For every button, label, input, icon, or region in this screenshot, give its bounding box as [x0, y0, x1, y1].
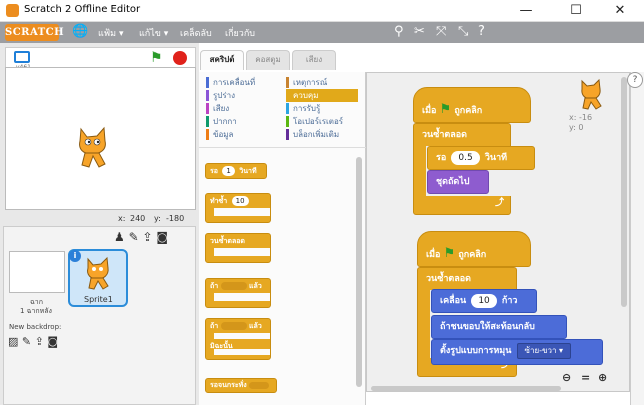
help-button[interactable]: ? [627, 72, 643, 88]
globe-icon[interactable]: 🌐 [72, 24, 88, 39]
category-looks[interactable]: รูปร่าง [206, 89, 255, 102]
fullscreen-icon[interactable] [14, 51, 30, 63]
move-steps-block[interactable]: เคลื่อน 10 ก้าว [431, 289, 537, 313]
brush-icon[interactable]: ✎ [129, 230, 139, 244]
tab-costumes[interactable]: คอสตูม [246, 50, 290, 70]
stage-x-value: 240 [130, 214, 146, 223]
palette-wait-block[interactable]: รอ 1 วินาที [205, 163, 267, 179]
stage-canvas[interactable] [5, 67, 196, 210]
green-flag-icon[interactable]: ⚑ [150, 50, 163, 66]
palette-wait-until-block[interactable]: รอจนกระทั่ง [205, 378, 277, 393]
stop-icon[interactable] [173, 51, 187, 65]
sprite1-thumbnail[interactable]: i Sprite1 [68, 249, 128, 307]
maximize-button[interactable]: ☐ [556, 0, 596, 22]
wait-block[interactable]: รอ 0.5 วินาที [427, 146, 535, 170]
camera-icon[interactable]: ◙ [156, 230, 168, 244]
set-rotation-style-block[interactable]: ตั้งรูปแบบการหมุน ซ้าย-ขวา ▾ [431, 339, 603, 365]
sprite-info-cat-icon [581, 78, 602, 110]
sprite-y-readout: y: 0 [569, 123, 584, 132]
category-pen[interactable]: ปากกา [206, 115, 255, 128]
window-title: Scratch 2 Offline Editor [24, 4, 141, 15]
category-data[interactable]: ข้อมูล [206, 128, 255, 141]
category-events[interactable]: เหตุการณ์ [286, 76, 358, 89]
category-operators[interactable]: โอเปอร์เรเตอร์ [286, 115, 358, 128]
next-costume-block[interactable]: ชุดถัดไป [427, 170, 489, 194]
palette-if-else-block[interactable]: ถ้า แล้ว มิฉะนั้น [205, 318, 271, 360]
menu-file[interactable]: แฟ้ม ▾ [98, 26, 123, 40]
when-flag-clicked-block-2[interactable]: เมื่อ ⚑ ถูกคลิก [417, 231, 531, 267]
zoom-out-button[interactable]: ⊖ [562, 371, 571, 384]
scratch-logo[interactable]: SCRATCH [5, 24, 64, 41]
category-sound[interactable]: เสียง [206, 102, 255, 115]
rotation-style-dropdown[interactable]: ซ้าย-ขวา ▾ [516, 342, 572, 359]
new-backdrop-label: New backdrop: [9, 323, 62, 331]
grow-icon[interactable]: ⤧ [436, 24, 446, 39]
palette-forever-block[interactable]: วนซ้ำตลอด [205, 233, 271, 263]
menu-about[interactable]: เกี่ยวกับ [225, 26, 255, 40]
category-list-right: เหตุการณ์ ควบคุม การรับรู้ โอเปอร์เรเตอร… [286, 76, 358, 141]
menu-tips[interactable]: เคล็ดลับ [180, 26, 212, 40]
zoom-reset-button[interactable]: = [581, 371, 590, 384]
tab-scripts[interactable]: สคริปต์ [200, 50, 244, 70]
stage-x-label: x: [118, 214, 126, 223]
category-list-left: การเคลื่อนที่ รูปร่าง เสียง ปากกา ข้อมูล [206, 76, 255, 141]
script-area[interactable]: เมื่อ ⚑ ถูกคลิก วนซ้ำตลอด ⤴ รอ 0.5 วินาท… [366, 72, 630, 392]
shrink-icon[interactable]: ⤡ [458, 24, 468, 39]
stage-header: v461 ⚑ [5, 47, 196, 71]
app-icon [6, 4, 19, 17]
camera-icon[interactable]: ◙ [47, 335, 58, 348]
new-backdrop-toolbar: ▨ ✎ ⇪ ◙ [8, 335, 58, 348]
green-flag-icon: ⚑ [443, 246, 456, 261]
right-strip [630, 72, 644, 405]
green-flag-icon: ⚑ [439, 102, 452, 117]
duplicate-icon[interactable]: ⚲ [394, 24, 404, 39]
category-control[interactable]: ควบคุม [286, 89, 358, 102]
when-flag-clicked-block-1[interactable]: เมื่อ ⚑ ถูกคลิก [413, 87, 531, 123]
info-icon[interactable]: i [69, 250, 81, 262]
menu-bar: SCRATCH 🌐 แฟ้ม ▾ แก้ไข ▾ เคล็ดลับ เกี่ยว… [0, 22, 644, 43]
stage-thumbnail[interactable] [9, 251, 65, 293]
paint-sprite-icon[interactable]: ♟ [114, 230, 125, 244]
script-horizontal-scrollbar[interactable] [371, 386, 561, 391]
bounce-on-edge-block[interactable]: ถ้าชนขอบให้สะท้อนกลับ [431, 315, 567, 339]
palette-repeat-block[interactable]: ทำซ้ำ 10 [205, 193, 271, 223]
block-palette: การเคลื่อนที่ รูปร่าง เสียง ปากกา ข้อมูล… [199, 72, 366, 405]
palette-if-block[interactable]: ถ้า แล้ว [205, 278, 271, 308]
cat-sprite[interactable] [71, 123, 115, 171]
stage-y-value: -180 [166, 214, 185, 223]
category-sensing[interactable]: การรับรู้ [286, 102, 358, 115]
zoom-in-button[interactable]: ⊕ [598, 371, 607, 384]
sprite1-label: Sprite1 [84, 295, 113, 304]
category-motion[interactable]: การเคลื่อนที่ [206, 76, 255, 89]
minimize-button[interactable]: — [506, 0, 546, 22]
sprite-panel: ♟ ✎ ⇪ ◙ ฉาก 1 ฉากหลัง New backdrop: ▨ ✎ … [3, 226, 196, 405]
menu-edit[interactable]: แก้ไข ▾ [139, 26, 168, 40]
tab-sounds[interactable]: เสียง [292, 50, 336, 70]
image-icon[interactable]: ▨ [8, 335, 18, 348]
category-more-blocks[interactable]: บล็อกเพิ่มเติม [286, 128, 358, 141]
upload-icon[interactable]: ⇪ [35, 335, 44, 348]
stage-y-label: y: [154, 214, 161, 223]
new-sprite-toolbar: ♟ ✎ ⇪ ◙ [114, 230, 168, 244]
script-vertical-scrollbar[interactable] [621, 77, 627, 307]
title-bar: Scratch 2 Offline Editor — ☐ ✕ [0, 0, 644, 22]
help-icon[interactable]: ? [478, 24, 485, 39]
brush-icon[interactable]: ✎ [22, 335, 31, 348]
close-button[interactable]: ✕ [600, 0, 640, 22]
backdrop-count: 1 ฉากหลัง [20, 307, 52, 315]
upload-icon[interactable]: ⇪ [142, 230, 152, 244]
cut-icon[interactable]: ✂ [414, 24, 425, 39]
palette-scrollbar[interactable] [356, 157, 362, 387]
cat-thumb-icon [87, 256, 109, 290]
sprite-x-readout: x: -16 [569, 113, 593, 122]
